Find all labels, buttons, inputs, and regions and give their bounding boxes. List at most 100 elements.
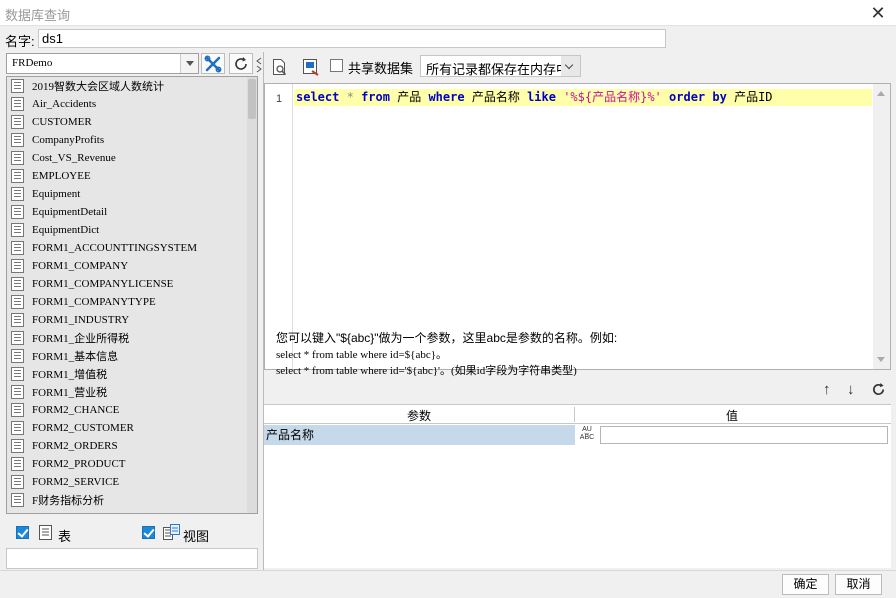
sql-token: where bbox=[428, 90, 465, 104]
list-item[interactable]: Equipment bbox=[7, 185, 257, 203]
table-name: FORM1_COMPANYTYPE bbox=[32, 296, 156, 308]
table-name: CUSTOMER bbox=[32, 116, 92, 128]
save-icon bbox=[303, 58, 319, 76]
table-icon bbox=[11, 133, 24, 147]
table-row[interactable]: 产品名称 A͜U ABC bbox=[264, 425, 891, 445]
table-icon bbox=[11, 493, 24, 507]
table-name: FORM1_增值税 bbox=[32, 369, 108, 381]
list-item[interactable]: Cost_VS_Revenue bbox=[7, 149, 257, 167]
table-name: Equipment bbox=[32, 188, 81, 200]
list-item[interactable]: FORM1_ACCOUNTTINGSYSTEM bbox=[7, 239, 257, 257]
refresh-tables-button[interactable] bbox=[229, 53, 253, 74]
show-tables-label: 表 bbox=[58, 529, 72, 544]
dialog-footer: 确定 取消 bbox=[0, 570, 896, 598]
table-icon bbox=[11, 115, 24, 129]
table-icon bbox=[11, 403, 24, 417]
list-item[interactable]: FORM2_SERVICE bbox=[7, 473, 257, 491]
table-icon bbox=[11, 457, 24, 471]
save-query-button[interactable] bbox=[300, 56, 322, 78]
table-icon bbox=[11, 277, 24, 291]
editor-scrollbar[interactable] bbox=[873, 84, 890, 369]
connection-value: FRDemo bbox=[12, 57, 53, 69]
table-icon bbox=[11, 421, 24, 435]
list-item[interactable]: FORM1_COMPANY bbox=[7, 257, 257, 275]
list-item[interactable]: CUSTOMER bbox=[7, 113, 257, 131]
chevron-down-icon[interactable] bbox=[180, 54, 198, 73]
table-name: FORM2_PRODUCT bbox=[32, 458, 126, 470]
show-tables-checkbox[interactable] bbox=[16, 526, 29, 539]
sql-token: by bbox=[712, 90, 727, 104]
list-item[interactable]: FORM2_CUSTOMER bbox=[7, 419, 257, 437]
line-gutter: 1 bbox=[265, 84, 293, 369]
sql-token: '%${产品名称}%' bbox=[563, 90, 662, 104]
table-name: FORM1_COMPANY bbox=[32, 260, 129, 272]
list-item[interactable]: F财务指标分析 bbox=[7, 491, 257, 509]
list-item[interactable]: FORM1_增值税 bbox=[7, 365, 257, 383]
list-item[interactable]: EquipmentDetail bbox=[7, 203, 257, 221]
table-name: EMPLOYEE bbox=[32, 170, 91, 182]
string-type-icon[interactable]: A͜U ABC bbox=[576, 426, 598, 444]
param-name-cell[interactable]: 产品名称 bbox=[264, 425, 575, 445]
scroll-up-icon[interactable] bbox=[877, 91, 885, 96]
sql-code-line[interactable]: select * from 产品 where 产品名称 like '%${产品名… bbox=[294, 89, 872, 106]
param-actions: ↑ ↓ bbox=[821, 381, 891, 399]
table-name: FORM1_INDUSTRY bbox=[32, 314, 130, 326]
table-icon bbox=[11, 439, 24, 453]
table-icon bbox=[11, 205, 24, 219]
table-name: 2019智数大会区域人数统计 bbox=[32, 81, 164, 93]
window-title: 数据库查询 bbox=[5, 8, 71, 23]
list-item[interactable]: 2019智数大会区域人数统计 bbox=[7, 77, 257, 95]
table-icon bbox=[11, 385, 24, 399]
collapse-handle[interactable] bbox=[256, 55, 262, 73]
close-icon[interactable]: ✕ bbox=[866, 1, 890, 25]
sql-editor[interactable]: 1 select * from 产品 where 产品名称 like '%${产… bbox=[264, 83, 891, 370]
list-item[interactable]: Air_Accidents bbox=[7, 95, 257, 113]
table-name: Air_Accidents bbox=[32, 98, 97, 110]
share-dataset-label: 共享数据集 bbox=[348, 61, 414, 76]
edit-connection-button[interactable] bbox=[201, 53, 225, 74]
list-item[interactable]: FORM1_COMPANYLICENSE bbox=[7, 275, 257, 293]
chevron-down-icon[interactable] bbox=[561, 56, 580, 76]
column-header-param: 参数 bbox=[264, 407, 575, 423]
cancel-button[interactable]: 取消 bbox=[835, 574, 882, 595]
sql-token: from bbox=[361, 90, 390, 104]
sql-token: like bbox=[527, 90, 556, 104]
list-item[interactable]: FORM1_基本信息 bbox=[7, 347, 257, 365]
table-icon bbox=[11, 241, 24, 255]
connection-select[interactable]: FRDemo bbox=[6, 53, 199, 74]
list-item[interactable]: FORM1_INDUSTRY bbox=[7, 311, 257, 329]
preview-button[interactable] bbox=[269, 56, 291, 78]
list-item[interactable]: FORM2_CHANCE bbox=[7, 401, 257, 419]
table-list-scrollbar[interactable] bbox=[247, 77, 257, 513]
parameter-table: 参数 值 产品名称 A͜U ABC bbox=[264, 404, 891, 568]
list-item[interactable]: FORM1_企业所得税 bbox=[7, 329, 257, 347]
table-name: Cost_VS_Revenue bbox=[32, 152, 116, 164]
refresh-icon[interactable] bbox=[871, 382, 886, 397]
list-item[interactable]: CompanyProfits bbox=[7, 131, 257, 149]
scroll-down-icon[interactable] bbox=[877, 357, 885, 362]
list-item[interactable]: EMPLOYEE bbox=[7, 167, 257, 185]
list-item[interactable]: FORM2_PRODUCT bbox=[7, 455, 257, 473]
sql-token: 产品ID bbox=[734, 90, 773, 104]
ok-button[interactable]: 确定 bbox=[782, 574, 829, 595]
table-filter-input[interactable] bbox=[6, 548, 258, 569]
list-item[interactable]: FORM1_营业税 bbox=[7, 383, 257, 401]
param-value-input[interactable] bbox=[600, 426, 888, 444]
table-icon bbox=[11, 475, 24, 489]
memory-mode-value: 所有记录都保存在内存中 bbox=[426, 62, 570, 77]
arrow-up-icon[interactable]: ↑ bbox=[823, 381, 831, 398]
parameter-table-header: 参数 值 bbox=[264, 405, 891, 424]
filter-row: 表 视图 bbox=[6, 520, 258, 546]
preview-icon bbox=[273, 58, 287, 75]
memory-mode-select[interactable]: 所有记录都保存在内存中 bbox=[420, 55, 581, 77]
share-dataset-checkbox[interactable] bbox=[330, 59, 343, 72]
name-input[interactable] bbox=[38, 29, 666, 48]
scrollbar-thumb[interactable] bbox=[248, 79, 256, 119]
list-item[interactable]: FORM2_ORDERS bbox=[7, 437, 257, 455]
arrow-down-icon[interactable]: ↓ bbox=[847, 381, 855, 398]
type-glyph-bottom: ABC bbox=[579, 434, 595, 441]
show-views-checkbox[interactable] bbox=[142, 526, 155, 539]
table-list[interactable]: 2019智数大会区域人数统计 Air_Accidents CUSTOMER Compa… bbox=[6, 76, 258, 514]
list-item[interactable]: EquipmentDict bbox=[7, 221, 257, 239]
list-item[interactable]: FORM1_COMPANYTYPE bbox=[7, 293, 257, 311]
